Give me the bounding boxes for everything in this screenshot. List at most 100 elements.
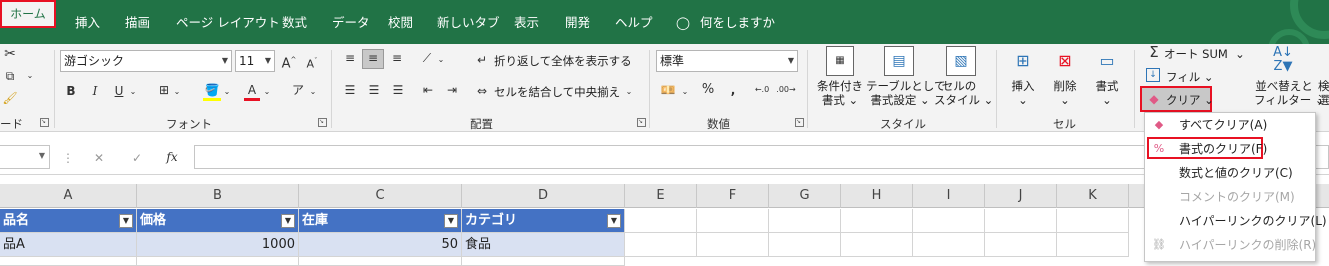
chevron-down-icon[interactable]: ⌄ [262, 84, 272, 100]
filter-dropdown-icon[interactable]: ▼ [281, 214, 295, 228]
decrease-decimal-icon[interactable]: .00→ [776, 82, 796, 98]
align-center-icon[interactable]: ☰ [364, 82, 384, 98]
chevron-down-icon[interactable]: ⌄ [128, 84, 138, 100]
cell[interactable] [985, 209, 1057, 233]
copy-icon[interactable]: ⧉ [2, 68, 18, 84]
name-box[interactable]: ▼ [0, 145, 50, 169]
cell[interactable] [769, 233, 841, 257]
chevron-down-icon[interactable]: ⌄ [172, 84, 182, 100]
increase-decimal-icon[interactable]: ←.0 [752, 82, 772, 98]
fill-color-icon[interactable]: 🪣 [203, 82, 221, 101]
table-header-cell[interactable]: 在庫 ▼ [299, 209, 462, 233]
find-select-button[interactable]: 検選 [1318, 79, 1329, 107]
tab-new-tab[interactable]: 新しいタブ [437, 12, 500, 34]
chevron-down-icon[interactable]: ⌄ [222, 84, 232, 100]
merge-center-button[interactable]: セルを結合して中央揃え [494, 85, 620, 99]
tab-draw[interactable]: 描画 [125, 12, 150, 34]
filter-dropdown-icon[interactable]: ▼ [607, 214, 621, 228]
cancel-icon[interactable]: ✕ [90, 150, 108, 166]
currency-icon[interactable]: 💴 [658, 82, 678, 98]
tab-formulas[interactable]: 数式 [282, 12, 307, 34]
column-header[interactable]: H [841, 184, 913, 208]
menu-item-clear-all[interactable]: ◆ すべてクリア(A) [1145, 113, 1315, 137]
insert-function-icon[interactable]: fx [162, 149, 182, 165]
table-cell[interactable]: 食品 [462, 233, 625, 257]
column-header[interactable]: D [462, 184, 625, 208]
number-dialog-launcher-icon[interactable]: ↘ [795, 118, 804, 127]
menu-item-clear-contents[interactable]: 数式と値のクリア(C) [1145, 161, 1315, 185]
menu-item-clear-comments[interactable]: コメントのクリア(M) [1145, 185, 1315, 209]
tab-page-layout[interactable]: ページ レイアウト [176, 12, 280, 34]
column-header[interactable]: F [697, 184, 769, 208]
tab-home[interactable]: ホーム [0, 0, 56, 28]
comma-style-icon[interactable]: , [724, 82, 742, 98]
cell[interactable] [841, 209, 913, 233]
tab-review[interactable]: 校閲 [388, 12, 413, 34]
table-header-cell[interactable]: 品名 ▼ [0, 209, 137, 233]
font-size-combo[interactable]: 11 ▼ [235, 50, 275, 72]
number-format-combo[interactable]: 標準 ▼ [656, 50, 798, 72]
tab-insert[interactable]: 挿入 [75, 12, 100, 34]
font-dialog-launcher-icon[interactable]: ↘ [318, 118, 327, 127]
italic-button[interactable]: I [88, 83, 102, 99]
cell[interactable] [697, 209, 769, 233]
orientation-icon[interactable]: ⟋ [418, 50, 436, 66]
cell[interactable] [1057, 209, 1129, 233]
chevron-down-icon[interactable]: ⌄ [680, 84, 690, 100]
menu-item-clear-formats[interactable]: % 書式のクリア(F) [1147, 137, 1267, 159]
cell[interactable] [697, 233, 769, 257]
grow-font-button[interactable]: A^ [280, 52, 298, 72]
cell[interactable] [769, 209, 841, 233]
cell-styles-button[interactable]: セルのスタイル ⌄ [934, 79, 993, 107]
font-name-combo[interactable]: 游ゴシック ▼ [60, 50, 232, 72]
delete-cells-button[interactable]: 削除 ⌄ [1052, 79, 1078, 107]
decrease-indent-icon[interactable]: ⇤ [418, 82, 438, 98]
table-cell[interactable]: 1000 [137, 233, 299, 257]
menu-item-clear-hyperlinks[interactable]: ハイパーリンクのクリア(L) [1145, 209, 1327, 233]
clipboard-dialog-launcher-icon[interactable]: ↘ [40, 118, 49, 127]
column-header[interactable]: C [299, 184, 462, 208]
cell[interactable] [841, 233, 913, 257]
tell-me-search[interactable]: 何をしますか [700, 12, 775, 34]
align-middle-icon[interactable]: ≡ [362, 49, 384, 69]
underline-button[interactable]: U [112, 83, 126, 99]
shrink-font-button[interactable]: Aˇ [303, 53, 321, 73]
autosum-button[interactable]: オート SUM ⌄ [1164, 47, 1245, 61]
chevron-down-icon[interactable]: ⌄ [308, 84, 318, 100]
column-header[interactable]: B [137, 184, 299, 208]
column-header[interactable]: J [985, 184, 1057, 208]
cut-icon[interactable]: ✂ [2, 46, 18, 62]
align-top-icon[interactable]: ≡ [340, 50, 360, 66]
font-color-button[interactable]: A [244, 82, 260, 101]
align-right-icon[interactable]: ☰ [388, 82, 408, 98]
cell[interactable] [1057, 233, 1129, 257]
bold-button[interactable]: B [64, 83, 78, 99]
sort-filter-button[interactable]: 並べ替えとフィルター ⌄ [1254, 79, 1325, 107]
percent-button[interactable]: % [700, 82, 716, 98]
increase-indent-icon[interactable]: ⇥ [442, 82, 462, 98]
phonetic-icon[interactable]: ア [290, 82, 306, 98]
format-as-table-button[interactable]: テーブルとして 書式設定 ⌄ [866, 79, 945, 107]
splitter-icon[interactable]: ⋮ [62, 150, 74, 166]
format-painter-icon[interactable]: 🖌 [2, 90, 18, 106]
chevron-down-icon[interactable]: ⌄ [436, 52, 446, 68]
align-bottom-icon[interactable]: ≡ [387, 50, 407, 66]
cell[interactable] [985, 233, 1057, 257]
alignment-dialog-launcher-icon[interactable]: ↘ [637, 118, 646, 127]
table-cell[interactable]: 品A [0, 233, 137, 257]
align-left-icon[interactable]: ☰ [340, 82, 360, 98]
column-header[interactable]: A [0, 184, 137, 208]
column-header[interactable]: E [625, 184, 697, 208]
fill-button[interactable]: フィル ⌄ [1166, 70, 1214, 84]
tab-developer[interactable]: 開発 [565, 12, 590, 34]
border-icon[interactable]: ⊞ [156, 82, 172, 98]
chevron-down-icon[interactable]: ⌄ [24, 68, 36, 84]
tab-data[interactable]: データ [332, 12, 370, 34]
cell[interactable] [625, 233, 697, 257]
cell[interactable] [625, 209, 697, 233]
conditional-formatting-button[interactable]: 条件付き 書式 ⌄ [816, 79, 864, 107]
format-cells-button[interactable]: 書式 ⌄ [1094, 79, 1120, 107]
filter-dropdown-icon[interactable]: ▼ [119, 214, 133, 228]
insert-cells-button[interactable]: 挿入 ⌄ [1010, 79, 1036, 107]
table-header-cell[interactable]: カテゴリ ▼ [462, 209, 625, 233]
